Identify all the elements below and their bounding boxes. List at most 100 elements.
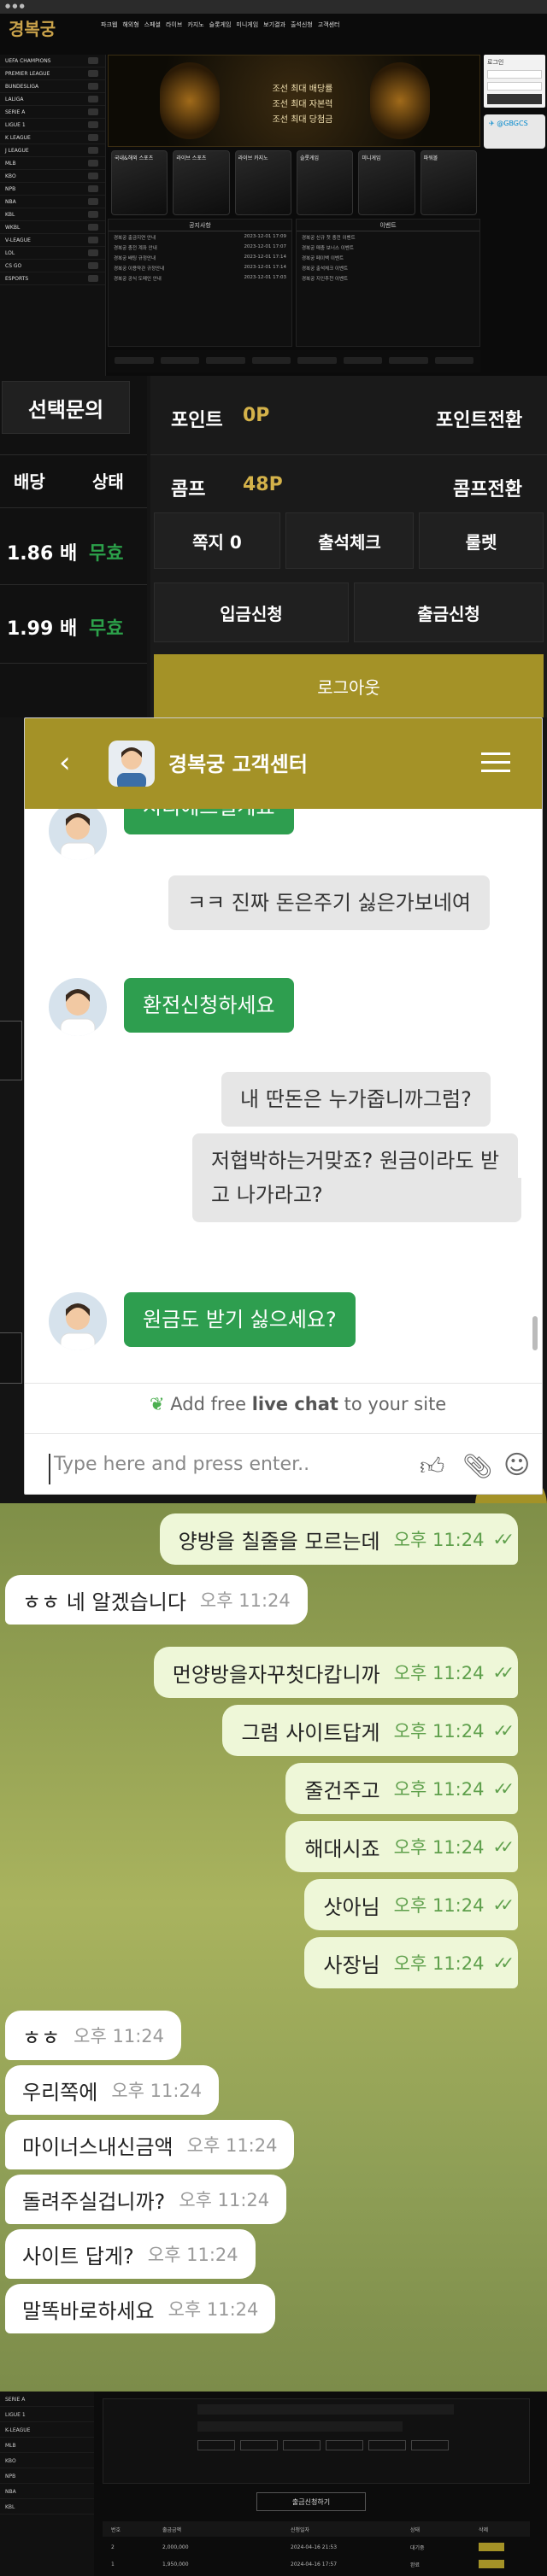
sidebar-item[interactable]: BUNDESLIGA: [0, 80, 105, 93]
dragon-image: [160, 62, 220, 139]
deposit-button[interactable]: 입금신청: [154, 583, 349, 642]
point-convert-button[interactable]: 포인트전환: [436, 405, 522, 432]
note-button[interactable]: 쪽지 0: [154, 512, 280, 569]
comp-convert-button[interactable]: 콤프전환: [453, 474, 522, 501]
event-row[interactable]: 경복궁 지인추천 이벤트: [297, 272, 479, 283]
back-icon[interactable]: ‹: [59, 746, 71, 780]
sidebar-item[interactable]: K LEAGUE: [0, 132, 105, 144]
sidebar-item[interactable]: LIGUE 1: [0, 2407, 94, 2422]
message-time: 오후 11:24: [147, 2245, 238, 2265]
divider: [0, 584, 147, 585]
password-field[interactable]: [197, 2421, 403, 2432]
sidebar-item[interactable]: CS GO: [0, 260, 105, 272]
logout-button[interactable]: 로그아웃: [154, 654, 544, 717]
thumbs-up-icon[interactable]: 👍︎: [420, 1452, 444, 1481]
sidebar-item[interactable]: KBO: [0, 170, 105, 183]
event-row[interactable]: 경복궁 매충 보너스 이벤트: [297, 242, 479, 252]
nav-item[interactable]: 해외형: [122, 20, 138, 29]
notice-row[interactable]: 경복궁 이용약관 규정안내 2023-12-01 17:14: [109, 262, 291, 272]
attachment-icon[interactable]: 📎︎: [462, 1452, 493, 1480]
sidebar-item[interactable]: NPB: [0, 2468, 94, 2484]
chat-footer: ❦ Add free live chat to your site Type h…: [25, 1383, 542, 1494]
sidebar-item[interactable]: KBO: [0, 2453, 94, 2468]
sidebar-item[interactable]: K-LEAGUE: [0, 2422, 94, 2438]
nav-item[interactable]: 출석신청: [291, 20, 313, 29]
game-card[interactable]: 라이브 스포츠: [173, 150, 230, 215]
user-message: 내 딴돈은 누가줍니까그럼?: [221, 1072, 491, 1127]
notice-row[interactable]: 경복궁 출금지연 안내 2023-12-01 17:09: [109, 231, 291, 242]
nav-item[interactable]: 보기결과: [263, 20, 285, 29]
event-row[interactable]: 경복궁 페이백 이벤트: [297, 252, 479, 262]
notice-date: 2023-12-01 17:03: [244, 275, 286, 280]
amount-chip[interactable]: [326, 2440, 363, 2450]
game-card[interactable]: 미니게임: [358, 150, 415, 215]
nav-item[interactable]: 라이브: [166, 20, 182, 29]
sidebar-item[interactable]: MLB: [0, 2438, 94, 2453]
nav-item[interactable]: 스페셜: [144, 20, 161, 29]
sidebar-item-label: SERIE A: [5, 109, 26, 115]
password-field[interactable]: [487, 82, 542, 91]
username-field[interactable]: [487, 70, 542, 79]
notice-row[interactable]: 경복궁 공식 도메인 안내 2023-12-01 17:03: [109, 272, 291, 283]
delete-button[interactable]: [479, 2543, 504, 2551]
site-logo[interactable]: 경복궁: [9, 15, 56, 40]
sidebar-item[interactable]: LALIGA: [0, 93, 105, 106]
nav-item[interactable]: 슬롯게임: [209, 20, 232, 29]
message-time: 오후 11:24: [393, 1721, 485, 1742]
nav-item[interactable]: 파크웹: [101, 20, 117, 29]
game-card[interactable]: 파워볼: [420, 150, 477, 215]
nav-item[interactable]: 고객센터: [318, 20, 340, 29]
powered-by-link[interactable]: ❦ Add free live chat to your site: [150, 1394, 446, 1414]
message-input[interactable]: Type here and press enter..: [49, 1454, 408, 1484]
point-value: 0P: [243, 405, 270, 426]
amount-chip[interactable]: [368, 2440, 406, 2450]
nav-item[interactable]: 카지노: [187, 20, 203, 29]
column-header-status: 상태: [92, 471, 124, 492]
sidebar-item[interactable]: J LEAGUE: [0, 144, 105, 157]
attendance-button[interactable]: 출석체크: [285, 512, 414, 569]
sidebar-item[interactable]: WKBL: [0, 221, 105, 234]
sidebar-item[interactable]: PREMIER LEAGUE: [0, 67, 105, 80]
game-card[interactable]: 국내&해외 스포츠: [111, 150, 168, 215]
event-text: 경복궁 출석체크 이벤트: [302, 266, 349, 272]
withdraw-button[interactable]: 출금신청: [354, 583, 544, 642]
amount-chip[interactable]: [197, 2440, 235, 2450]
nav-item[interactable]: 미니게임: [236, 20, 258, 29]
amount-field[interactable]: [197, 2404, 454, 2415]
amount-chip[interactable]: [411, 2440, 449, 2450]
sidebar-item[interactable]: NBA: [0, 196, 105, 208]
game-card[interactable]: 슬롯게임: [296, 150, 354, 215]
sidebar-item[interactable]: NPB: [0, 183, 105, 196]
sidebar-item[interactable]: SERIE A: [0, 106, 105, 119]
withdraw-submit-button[interactable]: 출금신청하기: [256, 2492, 366, 2511]
menu-icon[interactable]: [481, 752, 510, 772]
sidebar-item[interactable]: LIGUE 1: [0, 119, 105, 132]
sidebar-item[interactable]: V-LEAGUE: [0, 234, 105, 247]
sidebar-item[interactable]: KBL: [0, 208, 105, 221]
roulette-button[interactable]: 룰렛: [419, 512, 544, 569]
scrollbar[interactable]: [532, 1316, 538, 1350]
notice-row[interactable]: 경복궁 배팅 규정안내 2023-12-01 17:14: [109, 252, 291, 262]
notice-row[interactable]: 경복궁 충전 계좌 안내 2023-12-01 17:07: [109, 242, 291, 252]
sidebar-item[interactable]: KBL: [0, 2499, 94, 2515]
sidebar-item[interactable]: NBA: [0, 2484, 94, 2499]
bet-status: 무효: [89, 543, 124, 565]
delete-button[interactable]: [479, 2560, 504, 2568]
amount-chip[interactable]: [283, 2440, 321, 2450]
amount-buttons: [197, 2440, 449, 2450]
sidebar-item[interactable]: MLB: [0, 157, 105, 170]
amount-chip[interactable]: [240, 2440, 278, 2450]
emoji-icon[interactable]: ☺: [503, 1450, 530, 1480]
login-button[interactable]: [487, 94, 542, 104]
sidebar-item[interactable]: UEFA CHAMPIONS: [0, 55, 105, 67]
sidebar-item[interactable]: ESPORTS: [0, 272, 105, 285]
event-row[interactable]: 경복궁 신규 첫 충전 이벤트: [297, 231, 479, 242]
incoming-message: 돌려주실겁니까? 오후 11:24: [5, 2175, 287, 2224]
telegram-box[interactable]: ✈ @GBGCS: [484, 114, 545, 149]
game-card[interactable]: 라이브 카지노: [234, 150, 291, 215]
hero-banner[interactable]: 조선 최대 배당률 조선 최대 자본력 조선 최대 당첨금: [108, 55, 480, 147]
sidebar-item[interactable]: LOL: [0, 247, 105, 260]
sidebar-item[interactable]: SERIE A: [0, 2392, 94, 2407]
event-row[interactable]: 경복궁 출석체크 이벤트: [297, 262, 479, 272]
inquiry-button[interactable]: 선택문의: [2, 381, 130, 434]
